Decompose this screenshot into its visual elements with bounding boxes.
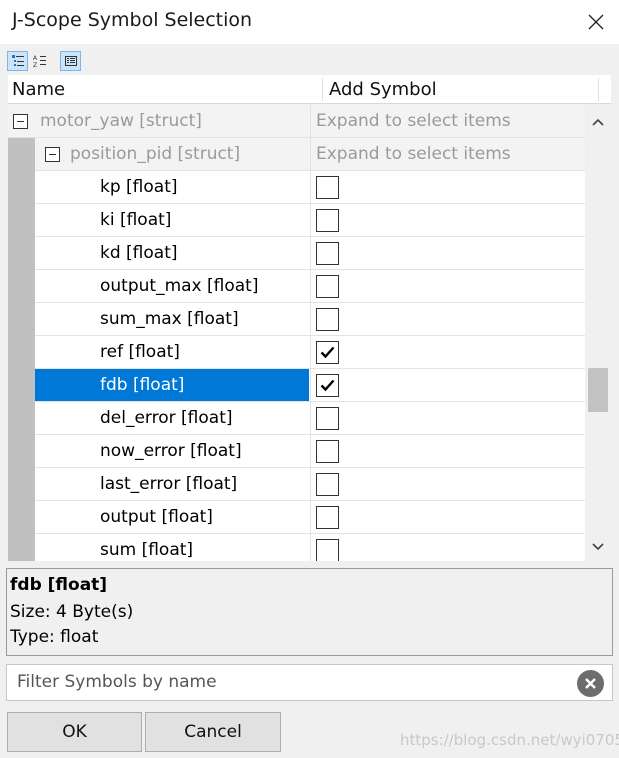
info-size: Size: 4 Byte(s) [10,602,134,622]
tree-row[interactable]: kd [float] [35,237,585,270]
clear-filter-button[interactable] [577,670,604,697]
add-symbol-checkbox[interactable] [316,407,339,430]
add-symbol-checkbox[interactable] [316,539,339,561]
column-add-header[interactable]: Add Symbol [329,75,437,104]
row-label: motor_yaw [struct] [40,111,202,131]
column-divider [310,303,311,335]
symbol-info-panel: fdb [float] Size: 4 Byte(s) Type: float [6,568,613,656]
column-divider [310,435,311,467]
row-label: ref [float] [100,342,180,362]
sort-az-icon: A Z [33,55,46,68]
row-label: sum [float] [100,540,194,560]
column-header: Name Add Symbol [8,75,611,104]
column-divider[interactable] [322,78,323,101]
row-label: last_error [float] [100,474,238,494]
row-label: kp [float] [100,177,178,197]
watermark: https://blog.csdn.net/wyi0705 [400,731,619,749]
row-label: output [float] [100,507,213,527]
tree-row[interactable]: del_error [float] [35,402,585,435]
tree-row-selected[interactable]: fdb [float] [35,369,585,402]
row-label: sum_max [float] [100,309,239,329]
tree-row-position-pid[interactable]: position_pid [struct] Expand to select i… [35,138,585,171]
column-divider [310,402,311,434]
details-view-button[interactable] [60,51,81,71]
column-divider [310,105,311,137]
tree-row[interactable]: output_max [float] [35,270,585,303]
tree-row-motor-yaw[interactable]: motor_yaw [struct] Expand to select item… [8,105,585,138]
add-symbol-checkbox[interactable] [316,473,339,496]
tree-gutter [8,105,35,561]
column-name-header[interactable]: Name [12,75,65,104]
collapse-toggle[interactable] [13,114,28,129]
column-divider [310,468,311,500]
chevron-up-icon [592,118,604,126]
column-divider [310,501,311,533]
add-symbol-checkbox[interactable] [316,275,339,298]
details-pane-icon [64,56,77,66]
column-divider [598,78,599,101]
vertical-scrollbar[interactable] [585,105,611,561]
window-title: J-Scope Symbol Selection [12,9,253,31]
filter-box [6,664,613,701]
add-symbol-checkbox[interactable] [316,506,339,529]
row-label: now_error [float] [100,441,242,461]
row-label: kd [float] [100,243,178,263]
toolbar: A Z [0,48,619,74]
sorted-view-button[interactable]: A Z [29,51,50,71]
tree-row[interactable]: output [float] [35,501,585,534]
close-button[interactable] [573,0,619,44]
add-symbol-checkbox[interactable] [316,308,339,331]
tree-row[interactable]: kp [float] [35,171,585,204]
row-label: output_max [float] [100,276,259,296]
checkmark-icon [320,379,335,392]
row-label: fdb [float] [35,369,309,401]
column-divider [310,237,311,269]
ok-button[interactable]: OK [7,712,142,752]
row-label: ki [float] [100,210,172,230]
symbol-tree: motor_yaw [struct] Expand to select item… [8,105,611,561]
tree-row[interactable]: now_error [float] [35,435,585,468]
tree-row[interactable]: ref [float] [35,336,585,369]
checkmark-icon [320,346,335,359]
chevron-down-icon [592,543,604,551]
cancel-button[interactable]: Cancel [145,712,281,752]
column-divider [310,369,311,401]
column-divider [310,138,311,170]
add-symbol-checkbox[interactable] [316,176,339,199]
row-label: del_error [float] [100,408,233,428]
add-symbol-checkbox[interactable] [316,209,339,232]
tree-row[interactable]: sum_max [float] [35,303,585,336]
add-symbol-checkbox[interactable] [316,242,339,265]
list-categorized-icon [11,55,24,66]
info-type: Type: float [10,627,99,647]
add-symbol-checkbox[interactable] [316,374,339,397]
tree-row[interactable]: sum [float] [35,534,585,561]
tree-row[interactable]: last_error [float] [35,468,585,501]
add-symbol-checkbox[interactable] [316,341,339,364]
collapse-toggle[interactable] [45,147,60,162]
close-icon [588,14,604,30]
add-symbol-checkbox[interactable] [316,440,339,463]
filter-input[interactable] [17,668,567,696]
scroll-down-button[interactable] [585,536,611,558]
categorized-view-button[interactable] [7,51,28,71]
row-add-hint: Expand to select items [316,111,511,131]
column-divider [310,270,311,302]
column-divider [310,204,311,236]
column-divider [310,534,311,561]
info-title: fdb [float] [10,575,108,595]
title-bar: J-Scope Symbol Selection [0,0,619,44]
tree-row[interactable]: ki [float] [35,204,585,237]
scrollbar-thumb[interactable] [588,368,608,412]
column-divider [310,336,311,368]
column-divider [310,171,311,203]
row-label: position_pid [struct] [70,144,241,164]
row-add-hint: Expand to select items [316,144,511,164]
svg-text:A: A [33,55,38,62]
close-icon [585,678,596,689]
svg-text:Z: Z [33,62,37,68]
scroll-up-button[interactable] [585,111,611,133]
